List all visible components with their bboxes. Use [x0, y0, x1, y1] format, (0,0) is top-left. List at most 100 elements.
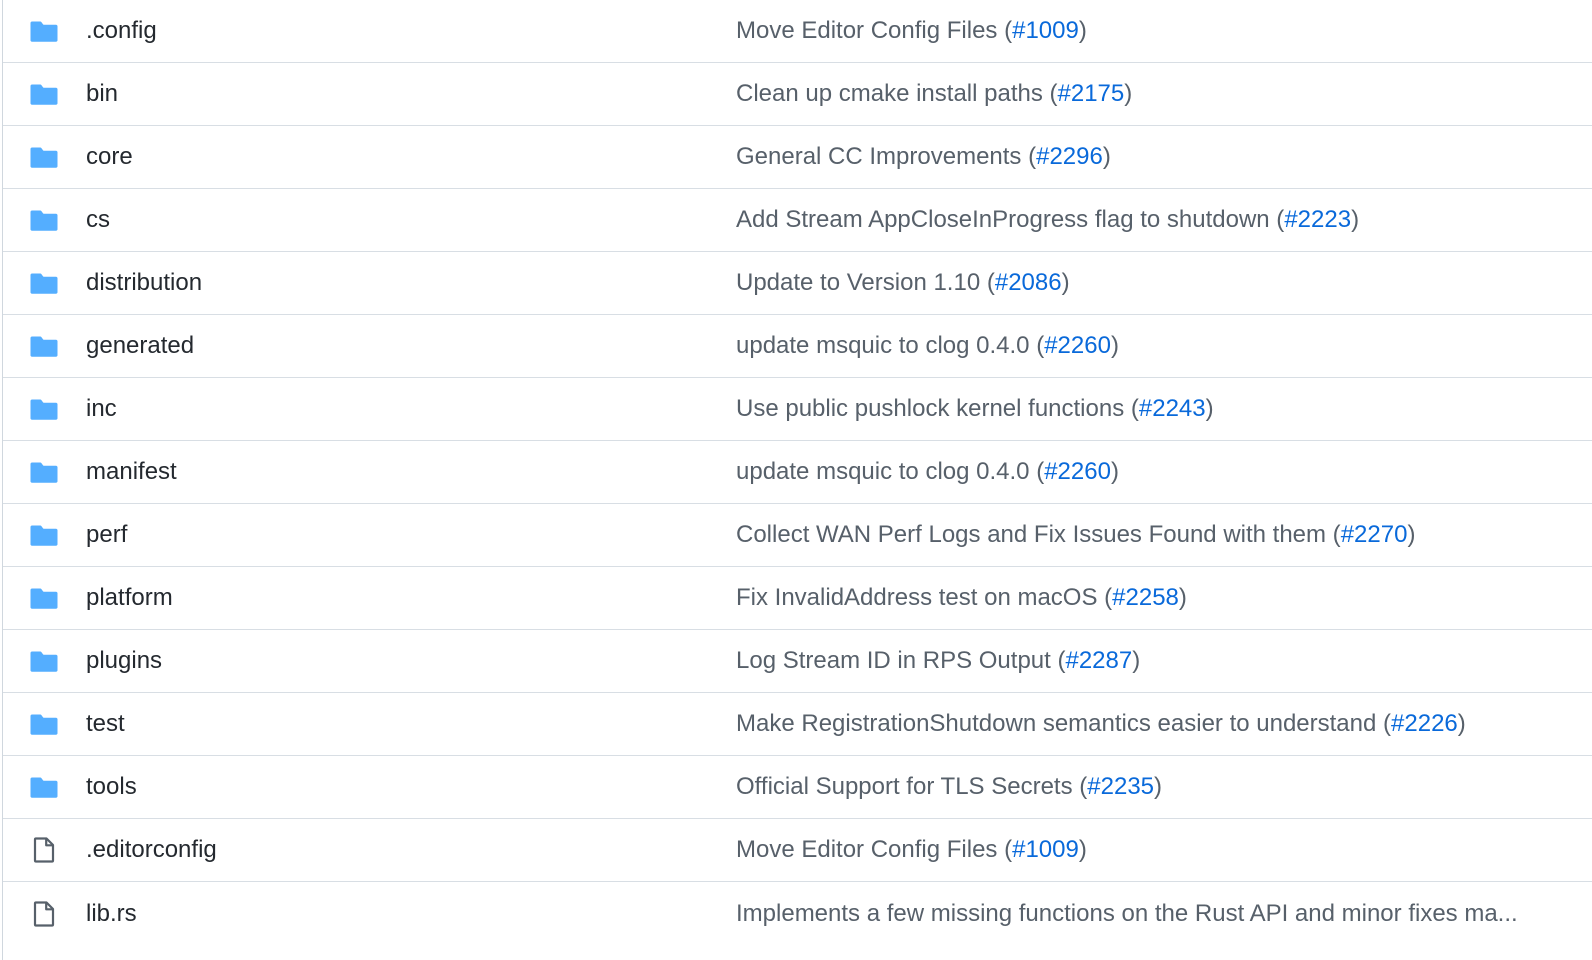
file-row[interactable]: manifest update msquic to clog 0.4.0 (#22… [3, 441, 1592, 504]
folder-name-link[interactable]: inc [86, 395, 117, 423]
folder-icon [29, 397, 59, 421]
folder-name-link[interactable]: generated [86, 332, 194, 360]
paren-close: ) [1178, 584, 1187, 611]
paren-close: ) [1351, 206, 1360, 233]
commit-message: Collect WAN Perf Logs and Fix Issues Fou… [736, 521, 1536, 549]
pull-request-link[interactable]: #2258 [1112, 584, 1179, 611]
pull-request-link[interactable]: #2260 [1044, 332, 1111, 359]
pull-request-link[interactable]: #2226 [1391, 710, 1458, 737]
file-row[interactable]: .editorconfig Move Editor Config Files (#… [3, 819, 1592, 882]
pull-request-link[interactable]: #2223 [1284, 206, 1351, 233]
paren-close: ) [1154, 773, 1163, 800]
commit-message-link[interactable]: Log Stream ID in RPS Output [736, 647, 1051, 674]
file-icon [29, 837, 59, 863]
file-row[interactable]: core General CC Improvements (#2296) [3, 126, 1592, 189]
folder-icon [29, 712, 59, 736]
file-row[interactable]: perf Collect WAN Perf Logs and Fix Issues… [3, 504, 1592, 567]
paren-close: ) [1124, 80, 1133, 107]
paren-close: ) [1110, 458, 1119, 485]
commit-message-link[interactable]: Move Editor Config Files [736, 836, 997, 863]
file-row[interactable]: cs Add Stream AppCloseInProgress flag to … [3, 189, 1592, 252]
file-row[interactable]: distribution Update to Version 1.10 (#208… [3, 252, 1592, 315]
folder-name-link[interactable]: .config [86, 17, 157, 45]
pull-request-link[interactable]: #2175 [1058, 80, 1125, 107]
paren-open: ( [1326, 521, 1341, 548]
paren-close: ) [1061, 269, 1070, 296]
paren-open: ( [980, 269, 995, 296]
paren-open: ( [1029, 458, 1045, 485]
folder-name-link[interactable]: perf [86, 521, 127, 549]
file-name-link[interactable]: lib.rs [86, 900, 137, 928]
folder-name-link[interactable]: distribution [86, 269, 202, 297]
commit-message: General CC Improvements (#2296) [736, 143, 1536, 171]
pull-request-link[interactable]: #2270 [1341, 521, 1408, 548]
commit-message: Clean up cmake install paths (#2175) [736, 80, 1536, 108]
folder-icon [29, 208, 59, 232]
paren-open: ( [1021, 143, 1037, 170]
folder-icon [29, 145, 59, 169]
pull-request-link[interactable]: #2086 [995, 269, 1062, 296]
file-list: .config Move Editor Config Files (#1009) b… [2, 0, 1592, 960]
paren-open: ( [1376, 710, 1392, 737]
folder-icon [29, 19, 59, 43]
commit-message-link[interactable]: Add Stream AppCloseInProgress flag to sh… [736, 206, 1270, 233]
pull-request-link[interactable]: #2260 [1044, 458, 1111, 485]
folder-name-link[interactable]: platform [86, 584, 173, 612]
commit-message-link[interactable]: Move Editor Config Files [736, 17, 997, 44]
commit-message-link[interactable]: Update to Version 1.10 [736, 269, 980, 296]
commit-message-link[interactable]: Collect WAN Perf Logs and Fix Issues Fou… [736, 521, 1326, 548]
folder-name-link[interactable]: test [86, 710, 125, 738]
commit-message-link[interactable]: Use public pushlock kernel functions [736, 395, 1124, 422]
file-row[interactable]: inc Use public pushlock kernel functions … [3, 378, 1592, 441]
paren-open: ( [1050, 647, 1066, 674]
paren-close: ) [1078, 836, 1087, 863]
commit-message: Log Stream ID in RPS Output (#2287) [736, 647, 1536, 675]
pull-request-link[interactable]: #2243 [1139, 395, 1206, 422]
folder-icon [29, 523, 59, 547]
folder-name-link[interactable]: plugins [86, 647, 162, 675]
commit-message: Implements a few missing functions on th… [736, 900, 1536, 928]
folder-icon [29, 271, 59, 295]
file-row[interactable]: tools Official Support for TLS Secrets (#… [3, 756, 1592, 819]
pull-request-link[interactable]: #1009 [1012, 836, 1079, 863]
pull-request-link[interactable]: #2296 [1036, 143, 1103, 170]
commit-message-link[interactable]: Official Support for TLS Secrets [736, 773, 1073, 800]
paren-open: ( [1097, 584, 1113, 611]
paren-open: ( [997, 17, 1013, 44]
commit-message-link[interactable]: update msquic to clog 0.4.0 [736, 458, 1030, 485]
paren-close: ) [1102, 143, 1111, 170]
folder-name-link[interactable]: cs [86, 206, 110, 234]
commit-message: Move Editor Config Files (#1009) [736, 836, 1536, 864]
file-row[interactable]: platform Fix InvalidAddress test on macOS… [3, 567, 1592, 630]
folder-icon [29, 334, 59, 358]
file-row[interactable]: .config Move Editor Config Files (#1009) [3, 0, 1592, 63]
folder-name-link[interactable]: tools [86, 773, 137, 801]
folder-name-link[interactable]: bin [86, 80, 118, 108]
commit-message-link[interactable]: Implements a few missing functions on th… [736, 900, 1518, 927]
file-icon [29, 901, 59, 927]
commit-message: Add Stream AppCloseInProgress flag to sh… [736, 206, 1536, 234]
paren-open: ( [1029, 332, 1045, 359]
commit-message-link[interactable]: update msquic to clog 0.4.0 [736, 332, 1030, 359]
pull-request-link[interactable]: #1009 [1012, 17, 1079, 44]
paren-open: ( [1124, 395, 1139, 422]
folder-icon [29, 649, 59, 673]
commit-message-link[interactable]: Clean up cmake install paths [736, 80, 1043, 107]
pull-request-link[interactable]: #2287 [1065, 647, 1132, 674]
file-row[interactable]: plugins Log Stream ID in RPS Output (#228… [3, 630, 1592, 693]
folder-name-link[interactable]: core [86, 143, 133, 171]
file-row[interactable]: lib.rs Implements a few missing functions… [3, 882, 1592, 946]
file-row[interactable]: generated update msquic to clog 0.4.0 (#2… [3, 315, 1592, 378]
folder-icon [29, 775, 59, 799]
commit-message-link[interactable]: Make RegistrationShutdown semantics easi… [736, 710, 1376, 737]
commit-message-link[interactable]: Fix InvalidAddress test on macOS [736, 584, 1097, 611]
file-row[interactable]: bin Clean up cmake install paths (#2175) [3, 63, 1592, 126]
paren-close: ) [1205, 395, 1214, 422]
paren-close: ) [1078, 17, 1087, 44]
folder-name-link[interactable]: manifest [86, 458, 177, 486]
file-row[interactable]: test Make RegistrationShutdown semantics … [3, 693, 1592, 756]
file-name-link[interactable]: .editorconfig [86, 836, 217, 864]
commit-message-link[interactable]: General CC Improvements [736, 143, 1021, 170]
folder-icon [29, 460, 59, 484]
pull-request-link[interactable]: #2235 [1087, 773, 1154, 800]
